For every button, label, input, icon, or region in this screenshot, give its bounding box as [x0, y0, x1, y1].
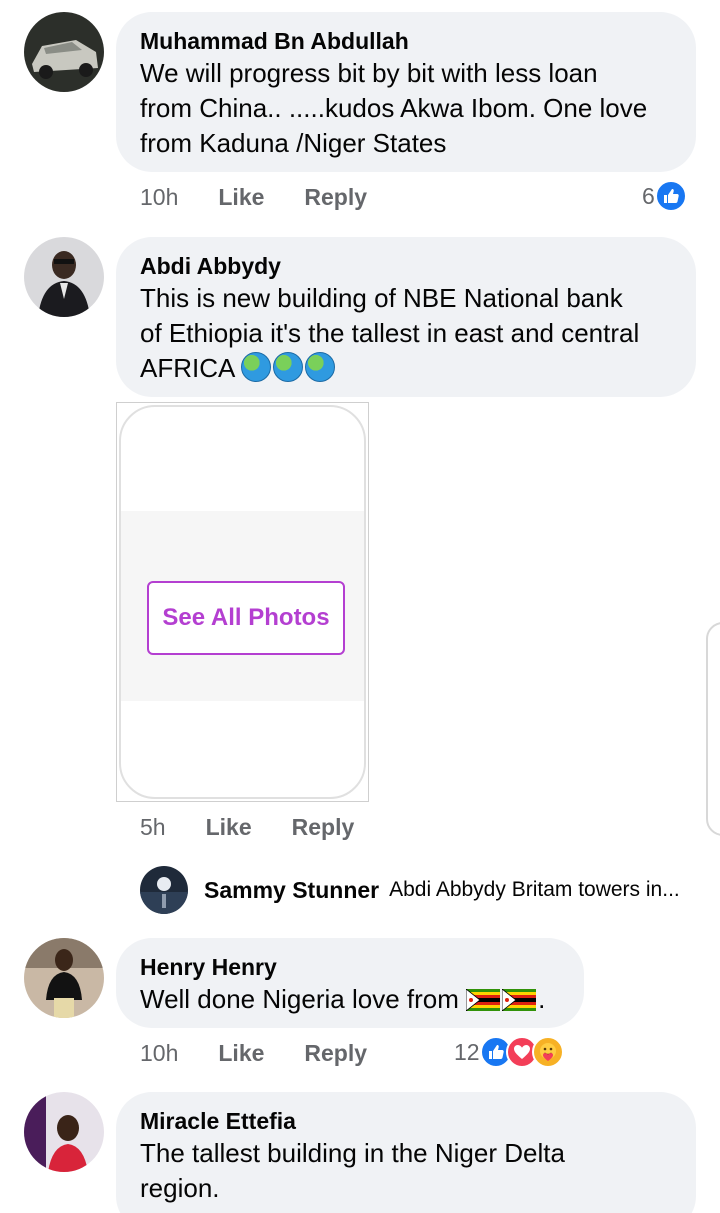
side-scroll-handle[interactable]: [706, 622, 720, 836]
comment-author[interactable]: Abdi Abbydy: [140, 251, 672, 281]
comment-text-line: region.: [140, 1173, 220, 1203]
reaction-summary[interactable]: 12: [454, 1036, 564, 1068]
reply-snippet: Abdi Abbydy Britam towers in...: [389, 878, 680, 901]
avatar[interactable]: [140, 866, 188, 914]
comment-text-fragment: .: [538, 984, 546, 1014]
reply-preview[interactable]: Sammy Stunner Abdi Abbydy Britam towers …: [140, 866, 680, 914]
comment-text-line: We will progress bit by bit with less lo…: [140, 58, 598, 88]
comment-bubble: Henry Henry Well done Nigeria love from …: [116, 938, 584, 1028]
person-photo-icon: [24, 237, 104, 317]
reply-author[interactable]: Sammy Stunner: [204, 877, 379, 904]
comment-time[interactable]: 5h: [140, 814, 166, 841]
moon-photo-icon: [140, 866, 188, 914]
globe-icon: [305, 352, 336, 382]
avatar[interactable]: [24, 12, 104, 92]
comment-author[interactable]: Henry Henry: [140, 952, 560, 982]
comment-time[interactable]: 10h: [140, 184, 178, 211]
reaction-count: 6: [642, 182, 655, 209]
like-button[interactable]: Like: [218, 1040, 264, 1067]
comment-text-fragment: Well done Nigeria love from: [140, 984, 459, 1014]
reply-button[interactable]: Reply: [304, 1040, 367, 1067]
reaction-count: 12: [454, 1038, 480, 1065]
photo-card: See All Photos: [119, 405, 366, 799]
comment-bubble: Muhammad Bn Abdullah We will progress bi…: [116, 12, 696, 172]
comment-bubble: Miracle Ettefia The tallest building in …: [116, 1092, 696, 1213]
see-all-photos-button[interactable]: See All Photos: [147, 581, 345, 655]
like-button[interactable]: Like: [218, 184, 264, 211]
comment-bubble: Abdi Abbydy This is new building of NBE …: [116, 237, 696, 397]
photo-attachment[interactable]: See All Photos: [116, 402, 369, 802]
avatar[interactable]: [24, 938, 104, 1018]
car-photo-icon: [24, 12, 104, 92]
comment-text-line: from China.. .....kudos Akwa Ibom. One l…: [140, 93, 648, 123]
comment-author[interactable]: Muhammad Bn Abdullah: [140, 26, 672, 56]
comment-author[interactable]: Miracle Ettefia: [140, 1106, 672, 1136]
comment-text-line: from Kaduna /Niger States: [140, 128, 447, 158]
like-button[interactable]: Like: [206, 814, 252, 841]
person-photo-icon: [24, 1092, 104, 1172]
comment-actions: 5h Like Reply: [140, 814, 394, 841]
comment-text-line: The tallest building in the Niger Delta: [140, 1138, 565, 1168]
zimbabwe-flag-icon: [502, 989, 537, 1011]
comment-text-line: AFRICA: [140, 351, 672, 386]
care-icon: [531, 1036, 564, 1068]
comment-actions: 10h Like Reply: [140, 184, 407, 211]
globe-icon: [273, 352, 304, 382]
comment-time[interactable]: 10h: [140, 1040, 178, 1067]
comment-text-line: of Ethiopia it's the tallest in east and…: [140, 318, 640, 348]
comment-actions: 10h Like Reply: [140, 1040, 407, 1067]
comment-text-fragment: AFRICA: [140, 353, 234, 383]
comment-text-line: This is new building of NBE National ban…: [140, 283, 623, 313]
reply-button[interactable]: Reply: [292, 814, 355, 841]
like-icon: [654, 180, 687, 212]
avatar[interactable]: [24, 237, 104, 317]
avatar[interactable]: [24, 1092, 104, 1172]
comment-text-line: Well done Nigeria love from .: [140, 982, 560, 1017]
globe-icon: [241, 352, 272, 382]
zimbabwe-flag-icon: [466, 989, 501, 1011]
reply-button[interactable]: Reply: [304, 184, 367, 211]
person-photo-icon: [24, 938, 104, 1018]
reaction-summary[interactable]: 6: [642, 180, 687, 212]
